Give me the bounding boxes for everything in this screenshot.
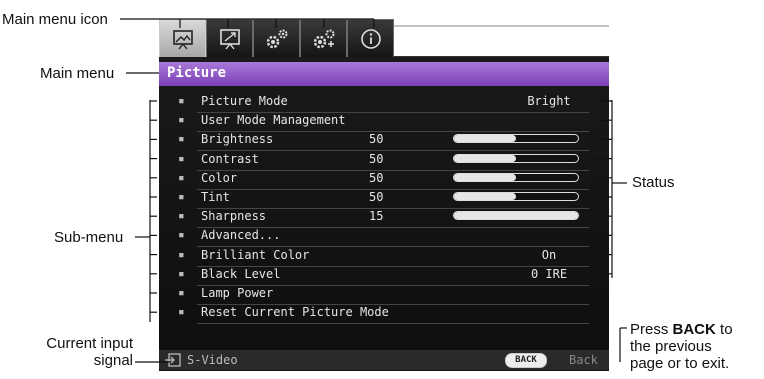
sub-menu-item-label: Contrast bbox=[201, 151, 259, 166]
sub-menu-item-value: 50 bbox=[369, 151, 384, 166]
bullet-icon: ▪ bbox=[178, 151, 185, 165]
sub-menu-row[interactable]: ▪ Lamp Power bbox=[159, 285, 609, 305]
callout-current-input: Current input signal bbox=[20, 335, 133, 369]
slider-fill bbox=[454, 212, 578, 220]
main-menu-tabs bbox=[159, 19, 394, 57]
sub-menu-item-label: Color bbox=[201, 170, 238, 185]
sub-menu-row[interactable]: ▪ Picture Mode Bright bbox=[159, 93, 609, 113]
bullet-icon: ▪ bbox=[178, 190, 185, 203]
callout-status: Status bbox=[632, 174, 675, 191]
sub-menu-item-value: 15 bbox=[369, 209, 384, 224]
sub-menu-item-label: Advanced... bbox=[201, 228, 281, 243]
sub-menu-item-label: Lamp Power bbox=[201, 286, 274, 300]
sub-menu-item-label: Picture Mode bbox=[201, 94, 288, 108]
sub-menu-item-label: User Mode Management bbox=[201, 113, 346, 128]
callout-sub-menu: Sub-menu bbox=[54, 229, 124, 246]
sub-menu-item-value: 50 bbox=[369, 132, 384, 147]
sub-menu-row[interactable]: ▪ Black Level 0 IRE bbox=[159, 266, 609, 286]
sub-menu-item-status: Bright bbox=[527, 94, 571, 108]
bullet-icon: ▪ bbox=[178, 94, 185, 107]
bullet-icon: ▪ bbox=[178, 305, 185, 319]
sub-menu-row[interactable]: ▪ Brightness 50 bbox=[159, 131, 609, 152]
sub-menu-item-label: Sharpness bbox=[201, 209, 267, 224]
back-label: Back bbox=[569, 353, 598, 367]
callout-main-menu: Main menu bbox=[40, 65, 115, 82]
sub-menu-row[interactable]: ▪ Color 50 bbox=[159, 170, 609, 190]
bullet-icon: ▪ bbox=[178, 113, 185, 127]
sub-menu-row[interactable]: ▪ Advanced... bbox=[159, 227, 609, 248]
bullet-icon: ▪ bbox=[178, 228, 185, 242]
sub-menu-item-label: Brilliant Color bbox=[201, 247, 310, 262]
slider-fill bbox=[454, 135, 516, 143]
main-menu-title-bar: Picture bbox=[159, 62, 609, 86]
sub-menu-item-status: 0 IRE bbox=[530, 266, 568, 281]
advanced-settings-icon bbox=[313, 29, 334, 48]
callout-press-back-to: to bbox=[720, 321, 733, 338]
sub-menu-row[interactable]: ▪ Reset Current Picture Mode bbox=[159, 304, 609, 325]
input-source-icon bbox=[165, 353, 181, 367]
sub-menu-row[interactable]: ▪ Sharpness 15 bbox=[159, 208, 609, 229]
sub-menu-row[interactable]: ▪ Contrast 50 bbox=[159, 151, 609, 171]
callout-main-menu-icon: Main menu icon bbox=[2, 11, 108, 28]
sub-menu-item-value: 50 bbox=[369, 170, 384, 185]
tab-advanced-settings[interactable] bbox=[300, 19, 347, 57]
sub-menu-item-label: Black Level bbox=[201, 266, 281, 281]
callout-press-back-line2: the previous bbox=[630, 338, 712, 355]
main-menu-title: Picture bbox=[167, 65, 227, 81]
sub-menu-item-label: Brightness bbox=[201, 132, 274, 147]
bullet-icon: ▪ bbox=[178, 209, 185, 223]
callout-press-back: Press BACK to the previous page or to ex… bbox=[630, 321, 733, 372]
tab-display[interactable] bbox=[206, 19, 253, 57]
current-input-signal: S-Video bbox=[187, 353, 238, 367]
callout-press-back-press: Press bbox=[630, 321, 669, 338]
value-slider[interactable] bbox=[453, 153, 579, 163]
sub-menu-row[interactable]: ▪ User Mode Management bbox=[159, 112, 609, 133]
bullet-icon: ▪ bbox=[178, 266, 185, 280]
basic-settings-icon bbox=[266, 29, 287, 48]
picture-icon bbox=[172, 29, 193, 49]
slider-fill bbox=[454, 193, 516, 200]
information-icon bbox=[360, 28, 381, 49]
status-bar: S-Video BACK Back bbox=[159, 350, 609, 370]
callout-press-back-line1: Press BACK to bbox=[630, 321, 733, 338]
back-button[interactable]: BACK bbox=[505, 353, 547, 368]
sub-menu-item-label: Reset Current Picture Mode bbox=[201, 305, 389, 320]
bullet-icon: ▪ bbox=[178, 132, 185, 146]
bullet-icon: ▪ bbox=[178, 286, 185, 299]
bullet-icon: ▪ bbox=[178, 170, 185, 184]
display-icon bbox=[219, 28, 240, 49]
value-slider[interactable] bbox=[453, 172, 579, 182]
row-divider bbox=[197, 323, 589, 325]
sub-menu-item-status: On bbox=[541, 247, 557, 262]
value-slider[interactable] bbox=[453, 134, 579, 144]
slider-fill bbox=[454, 154, 516, 162]
callout-press-back-line3: page or to exit. bbox=[630, 355, 730, 372]
sub-menu-item-value: 50 bbox=[369, 190, 384, 204]
sub-menu-row[interactable]: ▪ Brilliant Color On bbox=[159, 247, 609, 267]
sub-menu-item-label: Tint bbox=[201, 190, 230, 204]
tab-picture[interactable] bbox=[159, 19, 206, 57]
slider-fill bbox=[454, 173, 516, 181]
value-slider[interactable] bbox=[453, 192, 579, 201]
sub-menu-row[interactable]: ▪ Tint 50 bbox=[159, 189, 609, 209]
tab-information[interactable] bbox=[347, 19, 394, 57]
value-slider[interactable] bbox=[453, 211, 579, 221]
bullet-icon: ▪ bbox=[178, 247, 185, 261]
callout-current-input-line1: Current input bbox=[46, 335, 133, 352]
tab-basic-settings[interactable] bbox=[253, 19, 300, 57]
callout-current-input-line2: signal bbox=[93, 352, 133, 369]
callout-press-back-bold: BACK bbox=[672, 321, 716, 338]
